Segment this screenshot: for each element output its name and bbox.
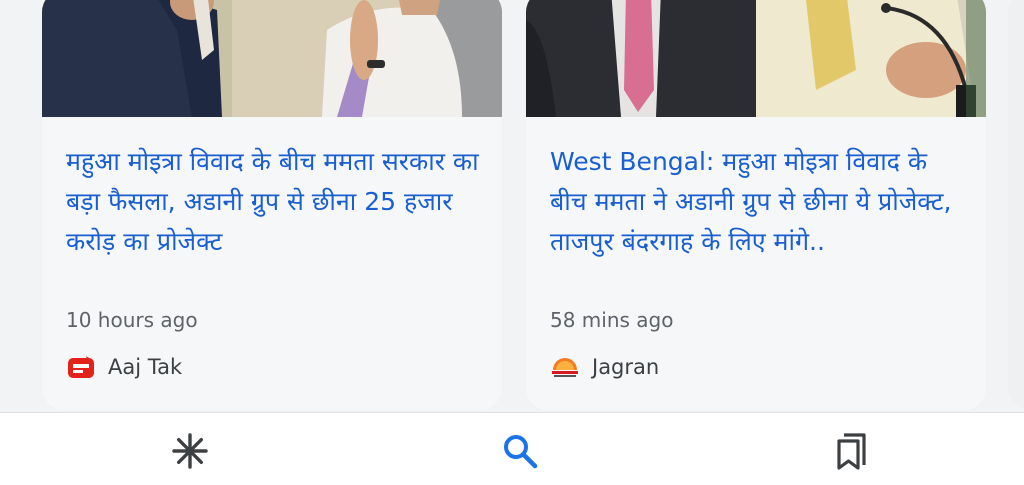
article-thumbnail[interactable]	[526, 0, 986, 117]
search-tab-button[interactable]	[498, 431, 542, 475]
article-source: Aaj Tak	[66, 352, 182, 382]
collections-tab-button[interactable]	[830, 431, 874, 475]
article-time: 58 mins ago	[550, 308, 674, 332]
source-name: Jagran	[592, 355, 660, 379]
jagran-logo-icon	[550, 352, 580, 382]
news-card[interactable]: महुआ मोइत्रा विवाद के बीच ममता सरकार का …	[42, 0, 502, 410]
article-headline[interactable]: West Bengal: महुआ मोइत्रा विवाद के बीच म…	[550, 142, 970, 262]
discover-tab-button[interactable]	[168, 431, 212, 475]
bottom-navigation	[0, 412, 1024, 485]
article-source: Jagran	[550, 352, 659, 382]
article-headline[interactable]: महुआ मोइत्रा विवाद के बीच ममता सरकार का …	[66, 142, 486, 262]
news-card[interactable]: West Bengal: महुआ मोइत्रा विवाद के बीच म…	[526, 0, 986, 410]
saved-collections-icon	[832, 431, 872, 475]
article-time: 10 hours ago	[66, 308, 198, 332]
discover-asterisk-icon	[170, 431, 210, 475]
article-thumbnail[interactable]	[42, 0, 502, 117]
source-name: Aaj Tak	[108, 355, 183, 379]
search-icon	[500, 431, 540, 475]
next-news-card[interactable]	[1008, 0, 1024, 410]
aaj-tak-logo-icon	[66, 352, 96, 382]
news-feed[interactable]: महुआ मोइत्रा विवाद के बीच ममता सरकार का …	[0, 0, 1024, 412]
